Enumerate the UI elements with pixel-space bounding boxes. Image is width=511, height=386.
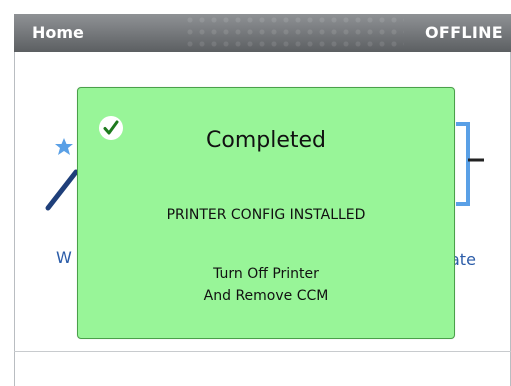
instruction-line-1: Turn Off Printer xyxy=(213,266,319,282)
cartridge-icon[interactable] xyxy=(452,118,492,208)
dialog-title: Completed xyxy=(206,128,326,153)
screen: Home OFFLINE W ate Completed PRINTER CON… xyxy=(0,0,511,386)
dialog-instruction: Turn Off Printer And Remove CCM xyxy=(78,263,454,307)
dialog-message: PRINTER CONFIG INSTALLED xyxy=(166,207,366,223)
tile-left-label[interactable]: W xyxy=(56,248,72,268)
frame-top xyxy=(0,0,511,14)
completed-dialog[interactable]: Completed PRINTER CONFIG INSTALLED Turn … xyxy=(77,87,455,339)
header-pattern xyxy=(184,14,404,52)
connection-status: OFFLINE xyxy=(424,23,503,42)
header-bar: Home OFFLINE xyxy=(14,14,511,52)
wand-icon[interactable] xyxy=(40,128,82,218)
content-divider xyxy=(14,351,511,352)
header-title[interactable]: Home xyxy=(32,23,84,43)
instruction-line-2: And Remove CCM xyxy=(203,288,329,304)
